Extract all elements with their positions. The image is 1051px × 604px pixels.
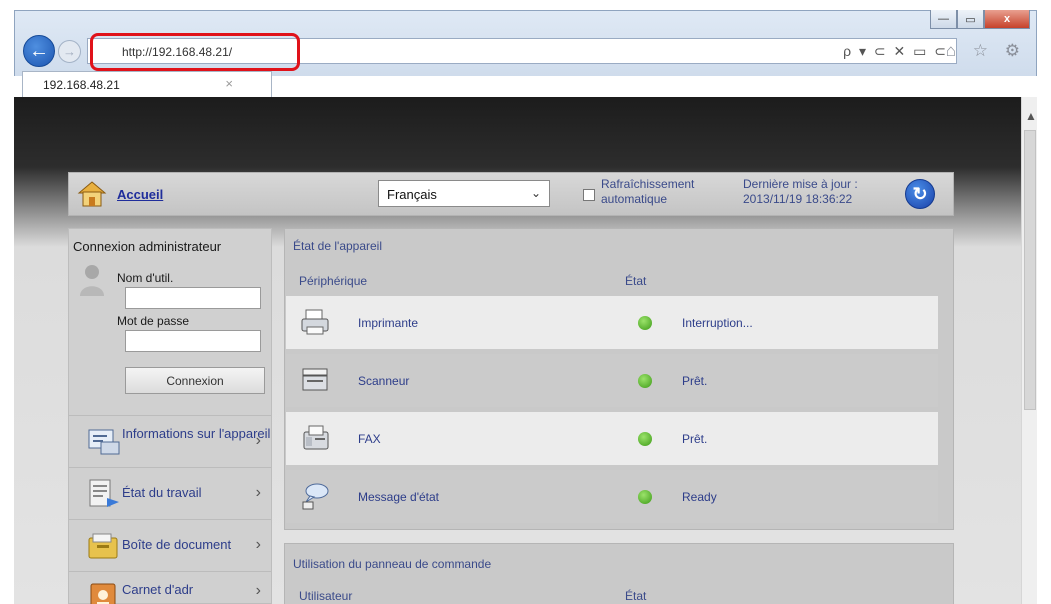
device-name: Message d'état xyxy=(358,490,440,504)
job-status-icon xyxy=(89,479,119,507)
device-info-icon xyxy=(88,429,120,455)
column-header-device: Périphérique xyxy=(299,274,368,288)
login-title: Connexion administrateur xyxy=(73,239,222,254)
sidebar-item-device-info[interactable]: Informations sur l'appareil › xyxy=(69,415,271,467)
device-state: Interruption... xyxy=(682,316,753,330)
column-header-state: État xyxy=(625,274,647,288)
refresh-icon[interactable]: ↻ xyxy=(905,179,935,209)
scanner-icon xyxy=(302,368,328,391)
status-indicator-icon xyxy=(638,432,652,446)
close-window-button[interactable]: x xyxy=(984,10,1030,29)
url-highlight-annotation xyxy=(90,33,300,71)
document-box-icon xyxy=(88,533,118,559)
tab-close-icon[interactable]: × xyxy=(225,76,233,91)
last-update: Dernière mise à jour : 2013/11/19 18:36:… xyxy=(743,177,903,207)
scroll-up-icon[interactable]: ▲ xyxy=(1025,109,1037,123)
control-panel-title: Utilisation du panneau de commande xyxy=(293,557,492,571)
chevron-right-icon: › xyxy=(255,432,261,449)
arrow-left-icon: ← xyxy=(29,39,49,62)
sidebar-item-address-book[interactable]: Carnet d'adr › xyxy=(69,571,271,604)
left-panel: Connexion administrateur Nom d'util. Mot… xyxy=(68,228,272,604)
device-state: Prêt. xyxy=(682,432,708,446)
auto-refresh-label: Rafraîchissement automatique xyxy=(601,177,695,206)
browser-window: — ▭ x ← → http://192.168.48.21/ ρ ▾ ⊂ ✕ … xyxy=(0,0,1051,604)
status-indicator-icon xyxy=(638,316,652,330)
device-name: FAX xyxy=(358,432,381,446)
fax-icon xyxy=(303,425,329,450)
sidebar-item-label: Boîte de document xyxy=(122,537,232,552)
printer-icon xyxy=(301,309,329,335)
minimize-button[interactable]: — xyxy=(930,10,957,29)
device-row[interactable]: Scanneur Prêt. xyxy=(286,354,938,407)
device-row[interactable]: FAX Prêt. xyxy=(286,412,938,465)
chevron-right-icon: › xyxy=(255,582,261,599)
column-header-user: Utilisateur xyxy=(299,589,353,603)
device-row[interactable]: Message d'état Ready xyxy=(286,470,938,523)
browser-tab[interactable]: 192.168.48.21 × xyxy=(22,71,272,97)
control-panel-usage: Utilisation du panneau de commande Utili… xyxy=(284,543,954,604)
sidebar-item-label: Carnet d'adr xyxy=(122,582,194,597)
home-icon[interactable] xyxy=(77,180,107,208)
user-icon xyxy=(80,265,104,296)
status-message-icon xyxy=(302,483,329,510)
status-indicator-icon xyxy=(638,490,652,504)
chevron-down-icon: ⌄ xyxy=(530,186,541,200)
sidebar-item-document-box[interactable]: Boîte de document › xyxy=(69,519,271,571)
device-name: Scanneur xyxy=(358,374,410,388)
address-book-icon xyxy=(90,583,116,604)
sidebar-item-label: Informations sur l'appareil xyxy=(122,426,271,441)
window-controls: — ▭ x xyxy=(930,10,1030,29)
page-viewport: Accueil Français ⌄ Rafraîchissement auto… xyxy=(14,97,1021,604)
vertical-scrollbar[interactable]: ▲ xyxy=(1021,97,1037,604)
auto-refresh-checkbox[interactable] xyxy=(583,189,595,201)
tab-label: 192.168.48.21 xyxy=(43,78,120,92)
home-link[interactable]: Accueil xyxy=(117,187,163,202)
header-bar: Accueil Français ⌄ Rafraîchissement auto… xyxy=(68,172,954,216)
forward-button[interactable]: → xyxy=(58,40,81,63)
browser-toolbar-icons[interactable]: ⌂ ☆ ⚙ xyxy=(946,41,1026,61)
device-name: Imprimante xyxy=(358,316,419,330)
username-label: Nom d'util. xyxy=(117,271,174,285)
device-state: Ready xyxy=(682,490,717,504)
device-status-title: État de l'appareil xyxy=(293,239,383,253)
sidebar-item-label: État du travail xyxy=(122,485,202,500)
language-value: Français xyxy=(387,187,437,202)
chevron-right-icon: › xyxy=(255,536,261,553)
device-status-panel: État de l'appareil Périphérique État Imp… xyxy=(284,228,954,530)
device-state: Prêt. xyxy=(682,374,708,388)
login-button[interactable]: Connexion xyxy=(125,367,265,394)
language-select[interactable]: Français ⌄ xyxy=(378,180,550,207)
arrow-right-icon: → xyxy=(63,44,76,59)
back-button[interactable]: ← xyxy=(23,35,55,67)
device-row[interactable]: Imprimante Interruption... xyxy=(286,296,938,349)
status-indicator-icon xyxy=(638,374,652,388)
address-bar-icons[interactable]: ρ ▾ ⊂ ✕ ▭ ⊂ xyxy=(843,43,948,60)
last-update-value: 2013/11/19 18:36:22 xyxy=(743,192,853,206)
maximize-button[interactable]: ▭ xyxy=(957,10,984,29)
last-update-label: Dernière mise à jour : xyxy=(743,177,858,191)
password-label: Mot de passe xyxy=(117,314,190,328)
scroll-thumb[interactable] xyxy=(1024,130,1036,410)
sidebar-item-job-status[interactable]: État du travail › xyxy=(69,467,271,519)
password-field[interactable] xyxy=(125,330,261,352)
column-header-state: État xyxy=(625,589,647,603)
chevron-right-icon: › xyxy=(255,484,261,501)
username-field[interactable] xyxy=(125,287,261,309)
